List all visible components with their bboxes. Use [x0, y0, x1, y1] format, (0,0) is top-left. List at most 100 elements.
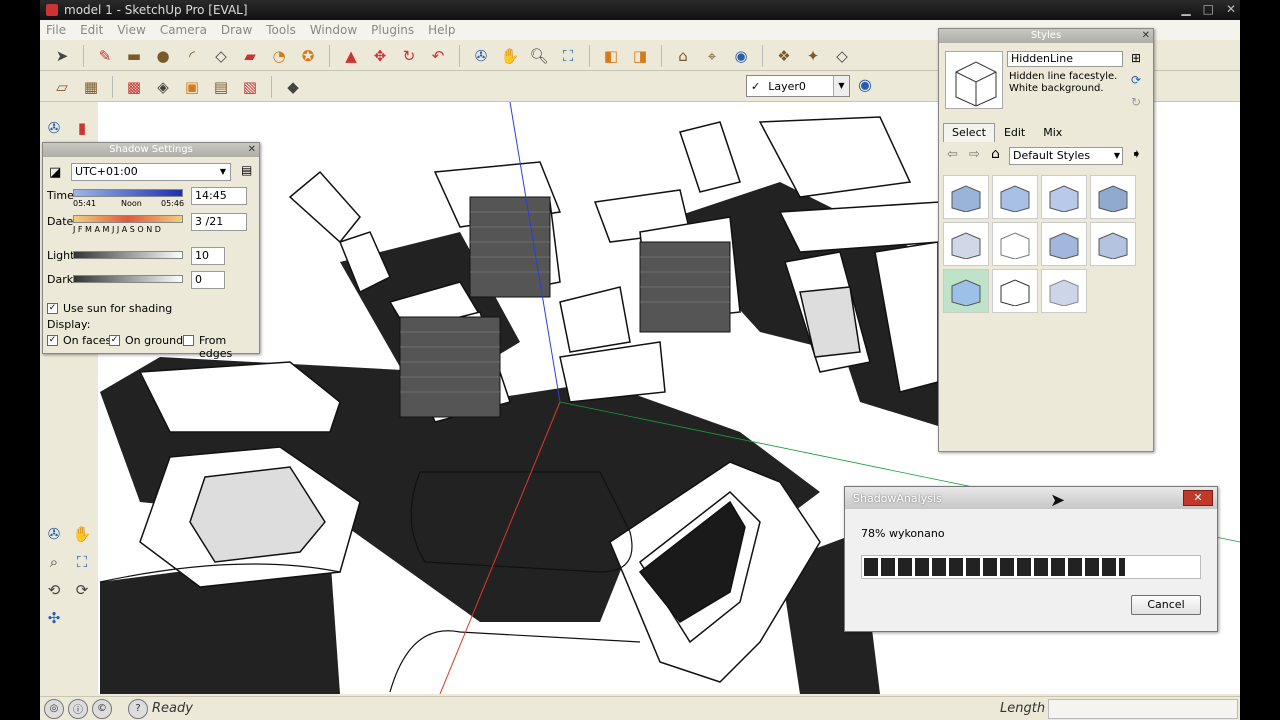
date-input[interactable]: 3 /21: [191, 213, 247, 231]
credits-icon[interactable]: ⓘ: [68, 698, 88, 719]
zoom-icon[interactable]: 🔍︎: [527, 44, 551, 68]
menu-file[interactable]: File: [46, 23, 66, 37]
back-arrow-icon[interactable]: ⇦: [947, 147, 958, 162]
chevron-down-icon[interactable]: ▼: [216, 164, 230, 180]
help-icon[interactable]: ?: [128, 698, 148, 719]
dark-input[interactable]: 0: [191, 271, 225, 289]
position-camera-icon[interactable]: ▮: [70, 116, 94, 140]
tab-mix[interactable]: Mix: [1034, 123, 1071, 142]
section-icon[interactable]: ◇: [830, 44, 854, 68]
move-icon[interactable]: ✥: [368, 44, 392, 68]
style-library-dropdown[interactable]: Default Styles ▼: [1009, 147, 1123, 165]
google-earth-icon[interactable]: ◉: [729, 44, 753, 68]
style-thumbnail[interactable]: [992, 175, 1038, 219]
previous-icon[interactable]: ⟲: [42, 578, 66, 602]
style-thumbnail[interactable]: [1090, 222, 1136, 266]
timezone-dropdown[interactable]: UTC+01:00 ▼: [71, 163, 231, 181]
get-models-icon[interactable]: ⌂: [671, 44, 695, 68]
xray-icon[interactable]: ▩: [122, 75, 146, 99]
circle-icon[interactable]: ●: [151, 44, 175, 68]
measurements-box[interactable]: [1048, 699, 1238, 719]
menu-draw[interactable]: Draw: [221, 23, 252, 37]
menu-edit[interactable]: Edit: [80, 23, 103, 37]
hidden-line-icon[interactable]: ▣: [180, 75, 204, 99]
wireframe-icon[interactable]: ◈: [151, 75, 175, 99]
orbit-icon[interactable]: ✇: [42, 116, 66, 140]
zoom-extents-icon[interactable]: ✣: [42, 606, 66, 630]
details-arrow-icon[interactable]: ➧: [1131, 147, 1142, 162]
home-icon[interactable]: ⌂: [991, 146, 1000, 162]
zoom-icon[interactable]: ⌕: [42, 550, 66, 574]
style-thumbnail[interactable]: [1041, 175, 1087, 219]
update-style-icon[interactable]: ⟳: [1131, 73, 1141, 87]
style-thumbnail[interactable]: [992, 269, 1038, 313]
orbit-icon[interactable]: ✇: [469, 44, 493, 68]
pan-hand-icon[interactable]: ✋: [70, 522, 94, 546]
shaded-textures-icon[interactable]: ▧: [238, 75, 262, 99]
tape-measure-icon[interactable]: ◔: [267, 44, 291, 68]
style-thumbnail[interactable]: [1041, 222, 1087, 266]
create-style-icon[interactable]: ⊞: [1131, 51, 1141, 65]
push-pull-icon[interactable]: ▲: [339, 44, 363, 68]
use-sun-checkbox[interactable]: ✓: [47, 303, 58, 314]
minimize-icon[interactable]: ▁: [1181, 2, 1190, 16]
offset-icon[interactable]: ↶: [426, 44, 450, 68]
arc-icon[interactable]: ◜: [180, 44, 204, 68]
tab-select[interactable]: Select: [943, 123, 995, 142]
geolocation-icon[interactable]: ◎: [44, 698, 64, 719]
share-model-icon[interactable]: ⌖: [700, 44, 724, 68]
forward-arrow-icon[interactable]: ⇨: [969, 147, 980, 162]
close-icon[interactable]: ✕: [1226, 2, 1236, 16]
make-component-icon[interactable]: ◇: [209, 44, 233, 68]
paint-bucket-icon[interactable]: ✪: [296, 44, 320, 68]
next-view-icon[interactable]: ◨: [628, 44, 652, 68]
shadow-analysis-title-bar[interactable]: ShadowAnalysis ✕: [845, 487, 1217, 509]
zoom-extents-icon[interactable]: ⛶: [556, 44, 580, 68]
style-thumbnail[interactable]: [943, 222, 989, 266]
select-arrow-icon[interactable]: ➤: [50, 44, 74, 68]
iso-view-icon[interactable]: ▱: [50, 75, 74, 99]
eraser-icon[interactable]: ▰: [238, 44, 262, 68]
orbit-icon[interactable]: ✇: [42, 522, 66, 546]
shadow-settings-title-bar[interactable]: Shadow Settings ✕: [43, 143, 259, 157]
top-view-icon[interactable]: ▦: [79, 75, 103, 99]
pencil-icon[interactable]: ✎: [93, 44, 117, 68]
style-thumbnail[interactable]: [1041, 269, 1087, 313]
dark-slider[interactable]: [73, 275, 183, 283]
cancel-button[interactable]: Cancel: [1131, 595, 1201, 615]
refresh-icon[interactable]: ↻: [1131, 95, 1141, 109]
next-icon[interactable]: ⟳: [70, 578, 94, 602]
layer-manager-icon[interactable]: ◉: [858, 75, 872, 94]
on-faces-checkbox[interactable]: ✓: [47, 335, 58, 346]
user-icon[interactable]: ©: [92, 698, 112, 719]
pan-hand-icon[interactable]: ✋: [498, 44, 522, 68]
shadow-toggle-icon[interactable]: ◪: [49, 165, 61, 180]
from-edges-checkbox[interactable]: [183, 335, 194, 346]
layer-dropdown[interactable]: ✓ Layer0 ▼: [746, 75, 850, 97]
close-icon[interactable]: ✕: [248, 143, 256, 157]
chevron-down-icon[interactable]: ▼: [1114, 148, 1120, 164]
maximize-icon[interactable]: □: [1203, 2, 1214, 16]
on-ground-checkbox[interactable]: ✓: [109, 335, 120, 346]
close-icon[interactable]: ✕: [1183, 490, 1213, 506]
extension-icon[interactable]: ✦: [801, 44, 825, 68]
zoom-window-icon[interactable]: ⛶: [70, 550, 94, 574]
styles-title-bar[interactable]: Styles ✕: [939, 29, 1153, 43]
chevron-down-icon[interactable]: ▼: [833, 76, 849, 96]
menu-plugins[interactable]: Plugins: [371, 23, 414, 37]
expand-panel-icon[interactable]: ▤: [241, 163, 252, 177]
style-thumbnail[interactable]: [943, 175, 989, 219]
light-input[interactable]: 10: [191, 247, 225, 265]
style-name-field[interactable]: HiddenLine: [1007, 51, 1123, 67]
menu-tools[interactable]: Tools: [266, 23, 296, 37]
date-slider[interactable]: [73, 215, 183, 223]
close-icon[interactable]: ✕: [1142, 29, 1150, 43]
tab-edit[interactable]: Edit: [995, 123, 1034, 142]
rotate-icon[interactable]: ↻: [397, 44, 421, 68]
menu-camera[interactable]: Camera: [160, 23, 207, 37]
components-icon[interactable]: ❖: [772, 44, 796, 68]
rectangle-icon[interactable]: ▬: [122, 44, 146, 68]
time-slider[interactable]: [73, 189, 183, 197]
style-thumbnail[interactable]: [1090, 175, 1136, 219]
style-thumbnail[interactable]: [992, 222, 1038, 266]
